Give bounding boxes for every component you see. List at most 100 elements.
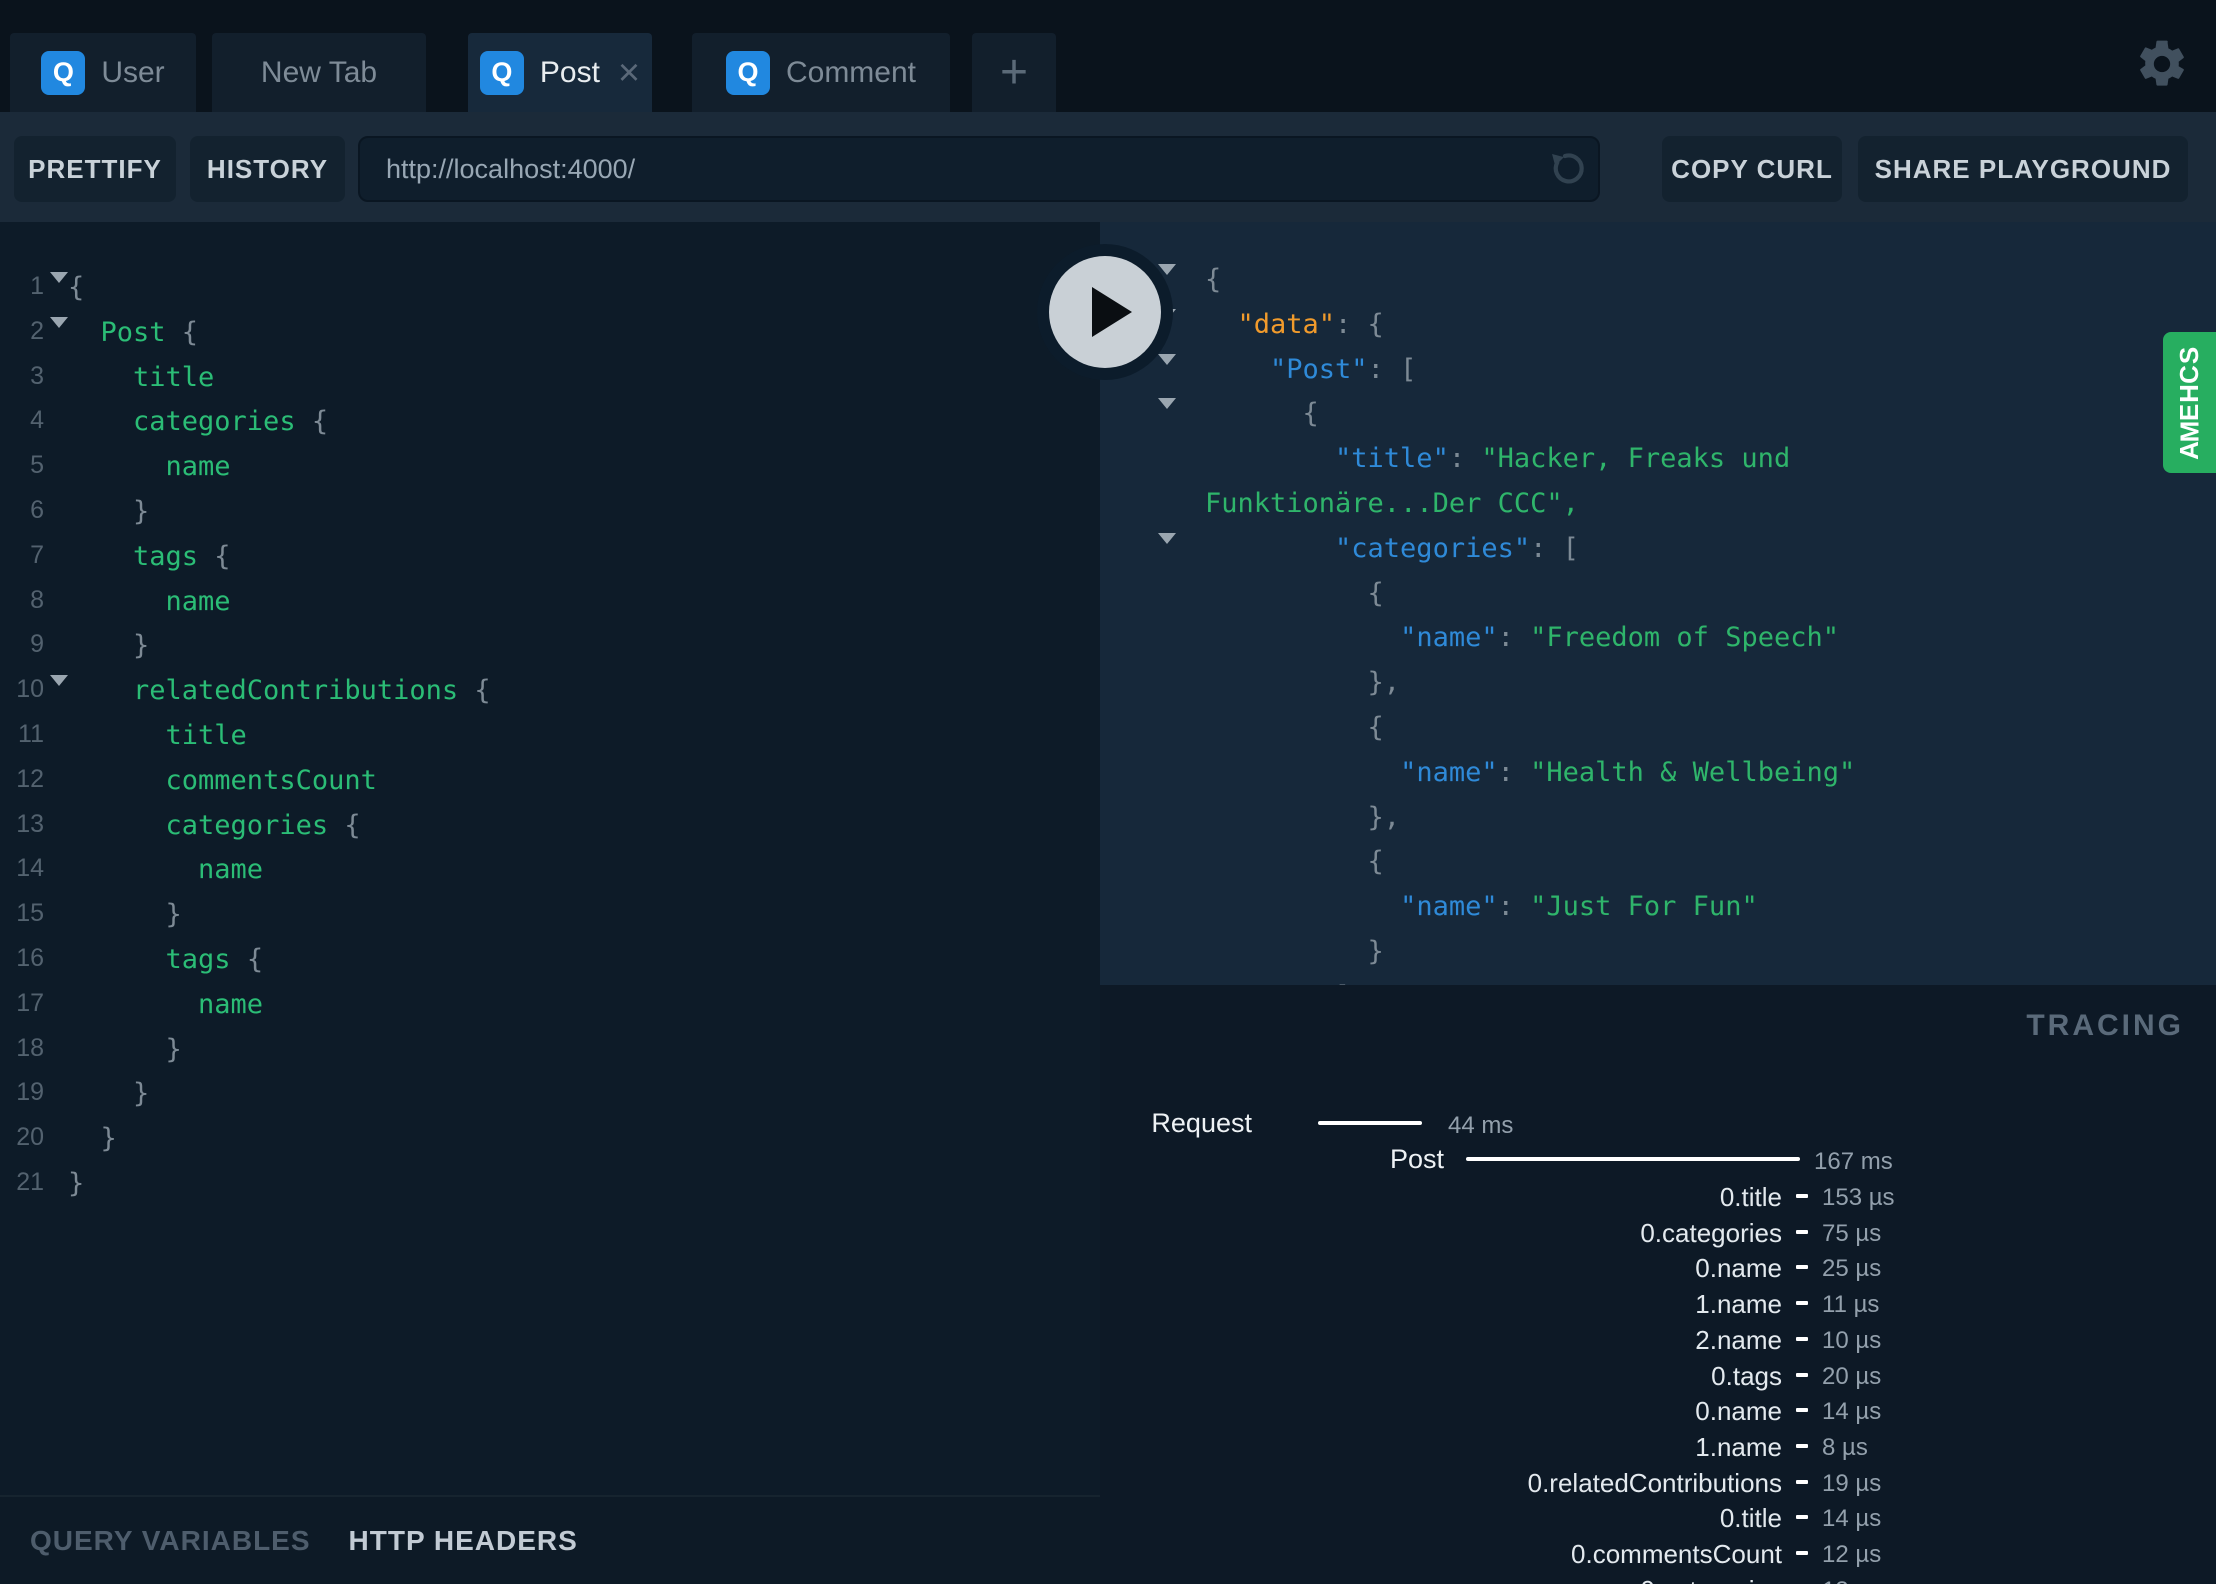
- trace-label: 0.title: [1719, 1503, 1782, 1534]
- trace-dash: [1796, 1551, 1808, 1555]
- response-line: "name": "Health & Wellbeing": [1100, 751, 2216, 796]
- trace-row: 2.name 10 µs: [1100, 1323, 2216, 1355]
- trace-label: Request: [1151, 1108, 1252, 1138]
- schema-button-letter: E: [2174, 403, 2204, 421]
- fold-arrow-icon[interactable]: [1158, 398, 1176, 441]
- share-playground-button[interactable]: SHARE PLAYGROUND: [1858, 136, 2188, 202]
- trace-row: 0.name 14 µs: [1100, 1394, 2216, 1426]
- response-line: {: [1100, 258, 2216, 306]
- trace-value: 14 µs: [1822, 1398, 1882, 1426]
- trace-dash: [1796, 1336, 1808, 1341]
- code-text: }: [133, 495, 150, 527]
- tab-new-tab[interactable]: New Tab: [212, 33, 426, 112]
- line-number: 3: [30, 361, 44, 390]
- reload-schema-icon[interactable]: [1544, 148, 1586, 190]
- schema-button-letter: A: [2174, 440, 2204, 460]
- trace-row-post: Post 167 ms: [1100, 1144, 2216, 1176]
- tab-user[interactable]: Q User: [10, 33, 196, 112]
- code-text: commentsCount: [165, 764, 377, 796]
- editor-line: 18}: [0, 1028, 1100, 1073]
- fold-arrow-icon[interactable]: [1158, 532, 1176, 575]
- play-icon: [1092, 287, 1132, 337]
- response-line: {: [1100, 572, 2216, 617]
- line-number: 20: [16, 1123, 44, 1152]
- line-number: 7: [30, 540, 44, 569]
- code-text: }: [133, 630, 150, 662]
- tab-label: Comment: [785, 55, 917, 89]
- line-number: 8: [30, 585, 44, 614]
- editor-line: 6}: [0, 490, 1100, 535]
- schema-button-letter: H: [2174, 383, 2204, 403]
- trace-value: 8 µs: [1822, 1433, 1868, 1461]
- prettify-button[interactable]: PRETTIFY: [14, 136, 176, 202]
- endpoint-field-wrap: [358, 136, 1600, 202]
- line-number: 1: [30, 272, 44, 300]
- trace-row: 0.name 25 µs: [1100, 1251, 2216, 1283]
- response-line: "name": "Freedom of Speech": [1100, 616, 2216, 661]
- trace-label: 0.name: [1695, 1396, 1782, 1427]
- add-tab-button[interactable]: +: [972, 33, 1056, 112]
- trace-dash: [1796, 1479, 1808, 1484]
- editor-line: 4 categories {: [0, 400, 1100, 445]
- line-number: 4: [30, 406, 44, 435]
- schema-side-button[interactable]: SCHEMA: [2163, 332, 2216, 473]
- trace-label: 0.tags: [1711, 1360, 1782, 1391]
- trace-label: Post: [1389, 1144, 1444, 1174]
- code-text: }: [68, 1167, 85, 1199]
- code-text: tags {: [165, 943, 264, 975]
- editor-line: 12 commentsCount: [0, 759, 1100, 804]
- code-text: {: [1205, 264, 1222, 295]
- tab-post[interactable]: Q Post ×: [468, 33, 652, 112]
- trace-dash: [1796, 1301, 1808, 1306]
- code-text: {: [1367, 711, 1384, 743]
- query-badge: Q: [41, 50, 86, 95]
- trace-label: 1.name: [1695, 1431, 1782, 1462]
- http-headers-tab[interactable]: HTTP HEADERS: [349, 1525, 578, 1557]
- code-text: "name": "Health & Wellbeing": [1400, 756, 1856, 788]
- trace-dash: [1796, 1408, 1808, 1413]
- endpoint-input[interactable]: [358, 136, 1600, 202]
- query-editor[interactable]: 1{2 Post {3 title 4 categories {5 name 6} 7 tags…: [0, 222, 1100, 1495]
- trace-label: 0.categories: [1640, 1575, 1782, 1584]
- fold-arrow-icon[interactable]: [50, 675, 68, 718]
- code-text: tags {: [133, 540, 231, 572]
- editor-line: 8 name: [0, 580, 1100, 625]
- response-line: "name": "Just For Fun": [1100, 885, 2216, 930]
- response-line: "title": "Hacker, Freaks und: [1100, 437, 2216, 482]
- trace-value: 12 µs: [1822, 1541, 1882, 1568]
- line-number: 16: [16, 943, 44, 972]
- line-number: 18: [16, 1033, 44, 1062]
- code-text: name: [198, 988, 264, 1020]
- trace-value: 75 µs: [1822, 1219, 1882, 1247]
- fold-arrow-icon[interactable]: [50, 316, 68, 359]
- trace-row: 0.title 153 µs: [1100, 1180, 2216, 1212]
- fold-arrow-icon[interactable]: [50, 272, 68, 314]
- toolbar: PRETTIFY HISTORY COPY CURL SHARE PLAYGRO…: [0, 112, 2216, 222]
- trace-label: 0.commentsCount: [1571, 1539, 1782, 1569]
- trace-value: 44 ms: [1448, 1112, 1514, 1139]
- settings-gear-icon[interactable]: [2134, 36, 2190, 92]
- execute-button[interactable]: [1037, 244, 1173, 380]
- response-line: },: [1100, 661, 2216, 706]
- copy-curl-button[interactable]: COPY CURL: [1662, 136, 1842, 202]
- graphql-playground: Q User New Tab Q Post × Q Comment + PRET…: [0, 0, 2216, 1584]
- plus-icon: +: [999, 45, 1029, 99]
- trace-dash: [1796, 1372, 1808, 1377]
- code-text: "name": "Freedom of Speech": [1400, 622, 1839, 654]
- fold-arrow-icon[interactable]: [1158, 353, 1176, 396]
- code-text: name: [165, 451, 231, 483]
- line-number: 17: [16, 988, 44, 1017]
- query-variables-tab[interactable]: QUERY VARIABLES: [30, 1525, 311, 1557]
- close-tab-icon[interactable]: ×: [618, 54, 640, 92]
- line-number: 6: [30, 495, 44, 524]
- tab-comment[interactable]: Q Comment: [692, 33, 950, 112]
- trace-label: 1.name: [1695, 1289, 1782, 1320]
- history-button[interactable]: HISTORY: [190, 136, 345, 202]
- editor-line: 15}: [0, 893, 1100, 938]
- tab-label: User: [101, 55, 165, 89]
- editor-line: 13 categories {: [0, 804, 1100, 849]
- query-badge: Q: [725, 50, 770, 95]
- code-text: name: [198, 854, 264, 886]
- trace-dash: [1796, 1265, 1808, 1270]
- editor-line: 5 name: [0, 445, 1100, 490]
